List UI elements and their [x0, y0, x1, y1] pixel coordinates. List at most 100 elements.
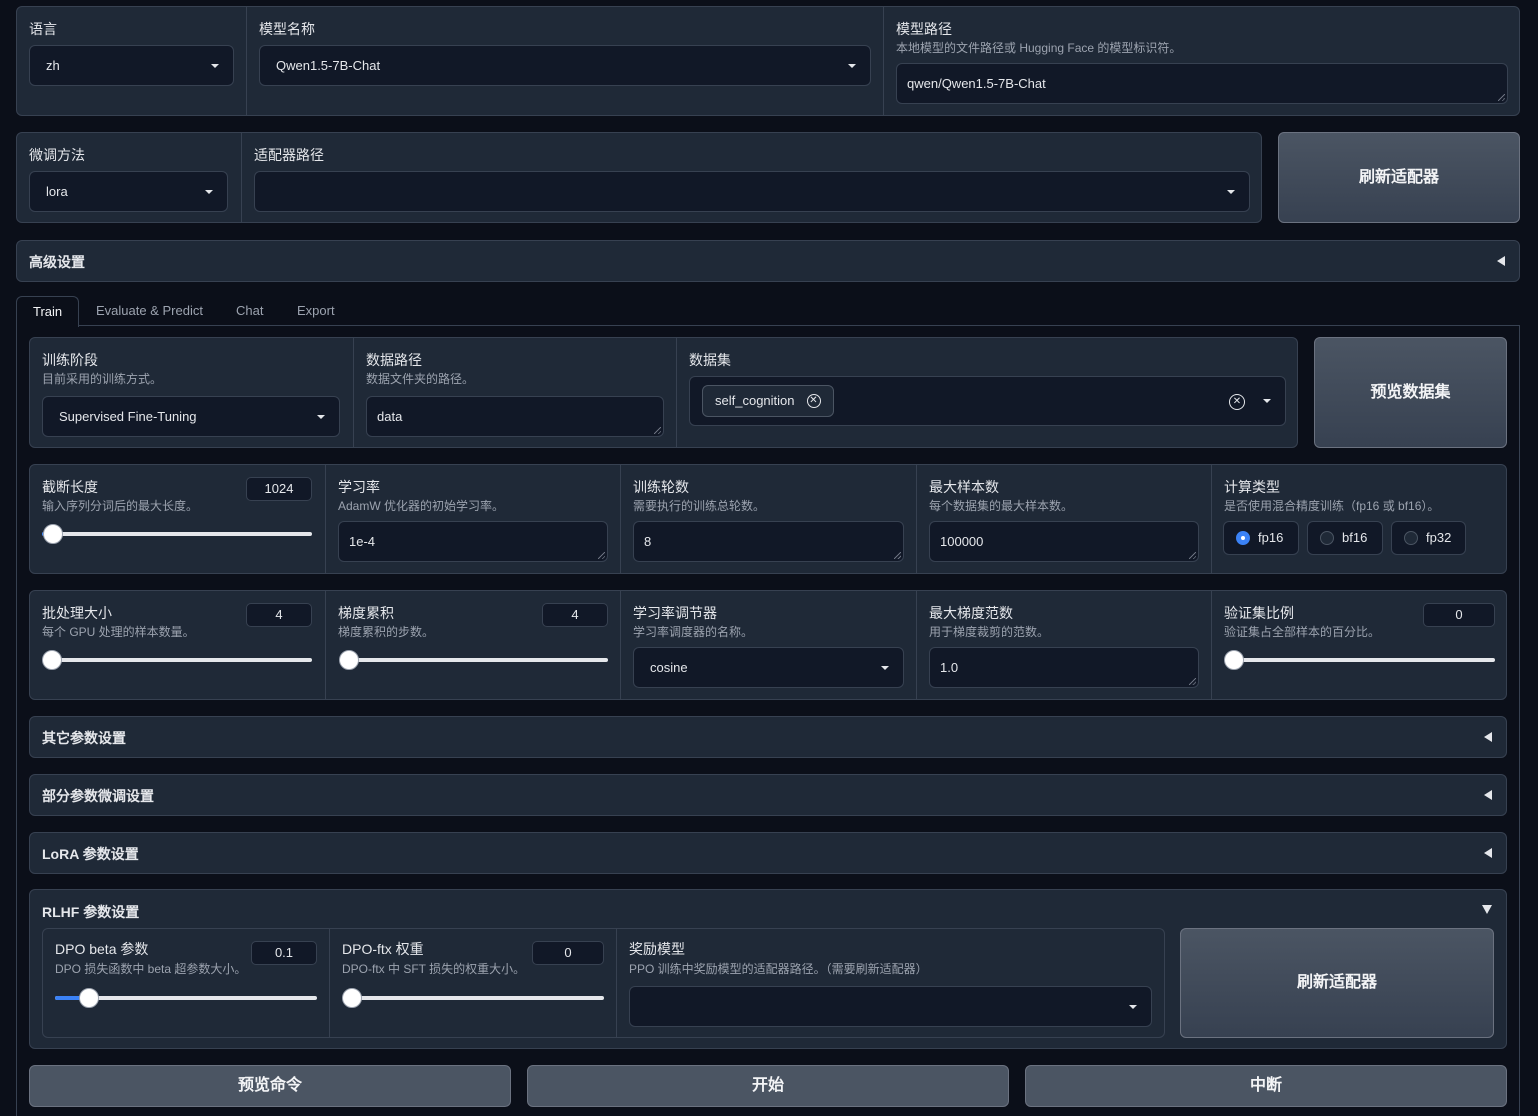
data-path-input[interactable]: data — [366, 396, 664, 437]
resize-handle-icon[interactable] — [894, 552, 901, 559]
dataset-chip-label: self_cognition — [715, 393, 795, 408]
batch-number-input[interactable]: 4 — [246, 603, 312, 627]
tab-chat[interactable]: Chat — [220, 296, 279, 326]
batch-label: 批处理大小 — [42, 605, 112, 621]
scheduler-info: 学习率调度器的名称。 — [633, 625, 754, 639]
dpo-ftx-slider-thumb[interactable] — [342, 988, 362, 1008]
scheduler-value: cosine — [650, 660, 688, 675]
finetune-dropdown[interactable]: lora — [29, 171, 228, 212]
val-size-number-input[interactable]: 0 — [1423, 603, 1495, 627]
grad-acc-slider-thumb[interactable] — [339, 650, 359, 670]
lr-info: AdamW 优化器的初始学习率。 — [338, 499, 505, 513]
val-size-slider[interactable] — [1224, 650, 1495, 670]
radio-unselected-icon — [1404, 531, 1418, 545]
max-samples-block: 最大样本数 每个数据集的最大样本数。 100000 — [916, 465, 1211, 573]
epochs-input[interactable]: 8 — [633, 521, 904, 562]
stage-dropdown[interactable]: Supervised Fine-Tuning — [42, 396, 340, 437]
dataset-chip: self_cognition ✕ — [702, 385, 834, 417]
resize-handle-icon[interactable] — [1189, 552, 1196, 559]
preview-dataset-button[interactable]: 预览数据集 — [1314, 337, 1507, 448]
batch-slider[interactable] — [42, 650, 312, 670]
chevron-down-icon — [317, 415, 325, 419]
max-samples-value: 100000 — [940, 534, 984, 549]
tab-evaluate-predict[interactable]: Evaluate & Predict — [80, 296, 219, 326]
grad-acc-slider[interactable] — [339, 650, 608, 670]
scheduler-label: 学习率调节器 — [633, 605, 717, 621]
compute-radio-bf16[interactable]: bf16 — [1307, 521, 1383, 555]
batch-block: 批处理大小 每个 GPU 处理的样本数量。 4 — [30, 591, 325, 699]
dpo-beta-number-input[interactable]: 0.1 — [251, 941, 317, 965]
compute-option-label: fp32 — [1426, 530, 1452, 545]
resize-handle-icon[interactable] — [1498, 94, 1505, 101]
model-path-value: qwen/Qwen1.5-7B-Chat — [907, 76, 1046, 91]
dpo-beta-slider-thumb[interactable] — [79, 988, 100, 1008]
dpo-ftx-number-input[interactable]: 0 — [532, 941, 604, 965]
epochs-info: 需要执行的训练总轮数。 — [633, 499, 766, 513]
remove-chip-icon[interactable]: ✕ — [806, 394, 821, 408]
cutoff-number-input[interactable]: 1024 — [246, 477, 312, 501]
cutoff-slider-thumb[interactable] — [42, 524, 63, 544]
adapter-dropdown[interactable] — [254, 171, 1250, 212]
batch-slider-thumb[interactable] — [42, 650, 62, 670]
max-grad-input[interactable]: 1.0 — [929, 647, 1199, 688]
model-path-label: 模型路径 — [896, 21, 952, 37]
batch-info: 每个 GPU 处理的样本数量。 — [42, 625, 195, 639]
resize-handle-icon[interactable] — [598, 552, 605, 559]
lora-settings-accordion[interactable]: LoRA 参数设置 — [29, 832, 1507, 874]
dpo-ftx-info: DPO-ftx 中 SFT 损失的权重大小。 — [342, 962, 526, 976]
val-size-slider-thumb[interactable] — [1224, 650, 1244, 670]
finetune-label: 微调方法 — [29, 147, 85, 163]
stop-button[interactable]: 中断 — [1025, 1065, 1507, 1107]
max-samples-info: 每个数据集的最大样本数。 — [929, 499, 1074, 513]
tab-export[interactable]: Export — [281, 296, 351, 326]
radio-unselected-icon — [1320, 531, 1334, 545]
rlhf-params-row: DPO beta 参数 DPO 损失函数中 beta 超参数大小。 0.1 DP… — [42, 928, 1165, 1038]
chevron-down-icon — [1263, 399, 1271, 403]
partial-finetune-accordion[interactable]: 部分参数微调设置 — [29, 774, 1507, 816]
model-path-input[interactable]: qwen/Qwen1.5-7B-Chat — [896, 63, 1508, 104]
model-path-block: 模型路径 本地模型的文件路径或 Hugging Face 的模型标识符。 qwe… — [883, 7, 1519, 115]
dataset-label: 数据集 — [689, 352, 731, 368]
tab-content-border-left — [16, 325, 17, 1116]
resize-handle-icon[interactable] — [1189, 678, 1196, 685]
rlhf-settings-label[interactable]: RLHF 参数设置 — [42, 902, 139, 922]
reward-model-dropdown[interactable] — [629, 986, 1152, 1027]
grad-acc-number-input[interactable]: 4 — [542, 603, 608, 627]
collapse-arrow-icon — [1484, 848, 1492, 858]
model-name-value: Qwen1.5-7B-Chat — [276, 58, 381, 73]
compute-option-label: fp16 — [1258, 530, 1284, 545]
tab-train[interactable]: Train — [16, 296, 80, 327]
stage-value: Supervised Fine-Tuning — [59, 409, 197, 424]
max-samples-label: 最大样本数 — [929, 479, 999, 495]
lang-dropdown[interactable]: zh — [29, 45, 234, 86]
compute-radio-fp32[interactable]: fp32 — [1391, 521, 1466, 555]
tab-content-border-right — [1519, 325, 1520, 1116]
refresh-reward-adapter-button[interactable]: 刷新适配器 — [1180, 928, 1494, 1038]
lr-input[interactable]: 1e-4 — [338, 521, 608, 562]
max-grad-info: 用于梯度裁剪的范数。 — [929, 625, 1050, 639]
preview-command-button[interactable]: 预览命令 — [29, 1065, 511, 1107]
resize-handle-icon[interactable] — [654, 427, 661, 434]
dpo-beta-slider[interactable] — [55, 988, 317, 1008]
model-name-dropdown[interactable]: Qwen1.5-7B-Chat — [259, 45, 871, 86]
dataset-multiselect[interactable]: self_cognition ✕ ✕ — [689, 376, 1286, 426]
chevron-down-icon — [211, 64, 219, 68]
refresh-adapter-button[interactable]: 刷新适配器 — [1278, 132, 1520, 223]
cutoff-info: 输入序列分词后的最大长度。 — [42, 499, 199, 513]
max-samples-input[interactable]: 100000 — [929, 521, 1199, 562]
stage-block: 训练阶段 目前采用的训练方式。 Supervised Fine-Tuning — [30, 338, 353, 447]
advanced-settings-accordion[interactable]: 高级设置 — [16, 240, 1520, 282]
rlhf-settings-accordion: RLHF 参数设置 DPO beta 参数 DPO 损失函数中 beta 超参数… — [29, 889, 1507, 1049]
cutoff-slider[interactable] — [42, 524, 312, 544]
clear-all-icon[interactable]: ✕ — [1229, 394, 1245, 410]
grad-acc-block: 梯度累积 梯度累积的步数。 4 — [325, 591, 620, 699]
grad-acc-label: 梯度累积 — [338, 605, 394, 621]
expand-arrow-icon[interactable] — [1482, 905, 1492, 914]
compute-radio-fp16[interactable]: fp16 — [1223, 521, 1299, 555]
scheduler-dropdown[interactable]: cosine — [633, 647, 904, 688]
other-settings-accordion[interactable]: 其它参数设置 — [29, 716, 1507, 758]
model-name-label: 模型名称 — [259, 21, 315, 37]
start-button[interactable]: 开始 — [527, 1065, 1009, 1107]
dpo-beta-block: DPO beta 参数 DPO 损失函数中 beta 超参数大小。 0.1 — [43, 929, 329, 1037]
dpo-ftx-slider[interactable] — [342, 988, 604, 1008]
